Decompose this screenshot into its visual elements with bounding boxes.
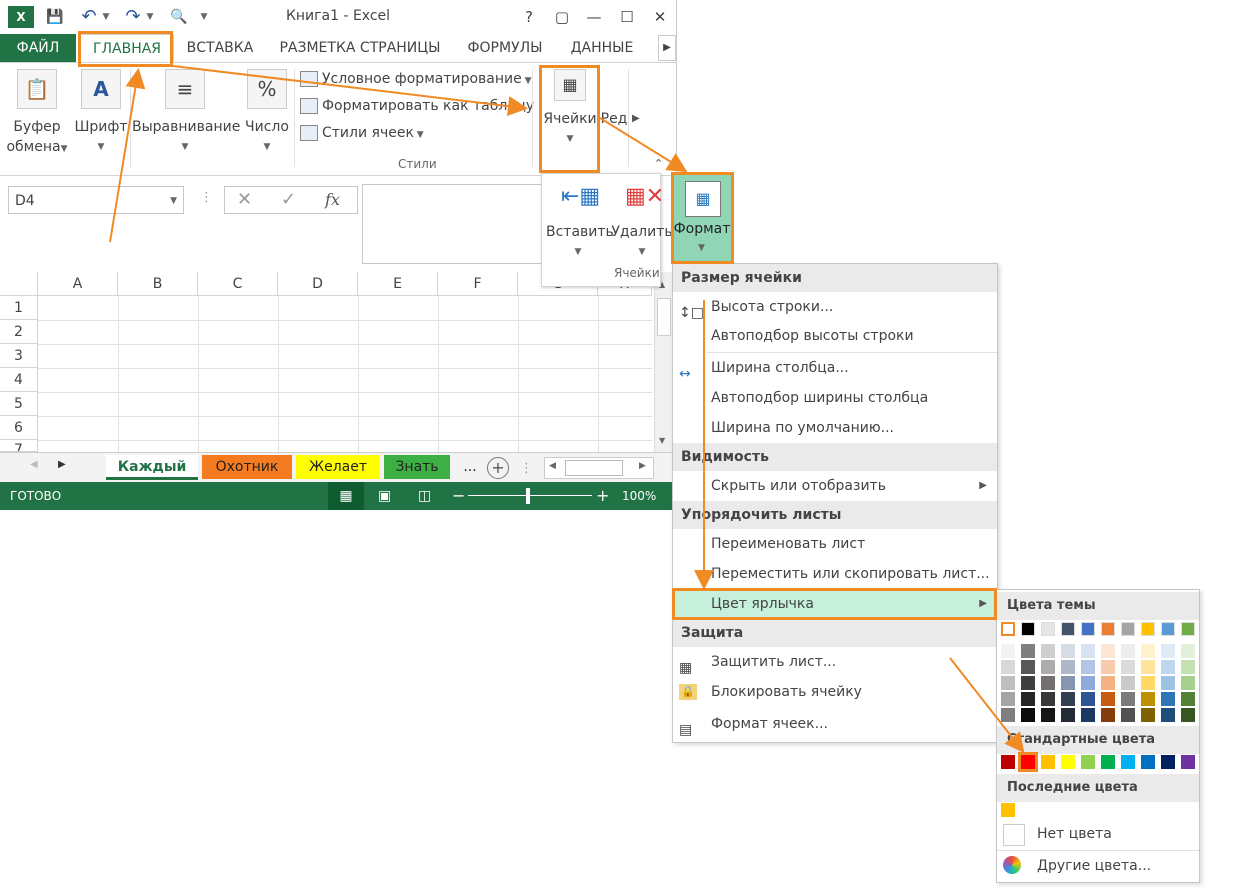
arrow-to-home-tab	[109, 68, 146, 243]
annotation-arrows	[109, 65, 1025, 754]
arrow-to-format	[599, 117, 688, 173]
arrow-to-red-swatch	[949, 657, 1025, 754]
arrow-to-cells	[172, 65, 528, 117]
